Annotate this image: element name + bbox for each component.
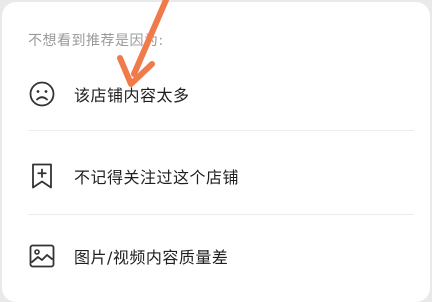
divider	[28, 130, 414, 131]
feedback-sheet: 不想看到推荐是因为: 该店铺内容太多 不记得关注过这个店铺 图片/视频内容质量差	[2, 2, 430, 302]
image-icon	[28, 242, 56, 270]
option-label: 该店铺内容太多	[74, 86, 190, 105]
bookmark-add-icon	[28, 162, 56, 190]
sad-face-icon	[28, 80, 56, 108]
option-dont-remember-following[interactable]: 不记得关注过这个店铺	[2, 144, 430, 208]
option-label: 图片/视频内容质量差	[74, 248, 229, 267]
feedback-heading: 不想看到推荐是因为:	[28, 33, 164, 49]
divider	[28, 214, 414, 215]
option-label: 不记得关注过这个店铺	[74, 168, 240, 187]
option-too-much-shop-content[interactable]: 该店铺内容太多	[2, 62, 430, 126]
option-poor-media-quality[interactable]: 图片/视频内容质量差	[2, 224, 430, 288]
